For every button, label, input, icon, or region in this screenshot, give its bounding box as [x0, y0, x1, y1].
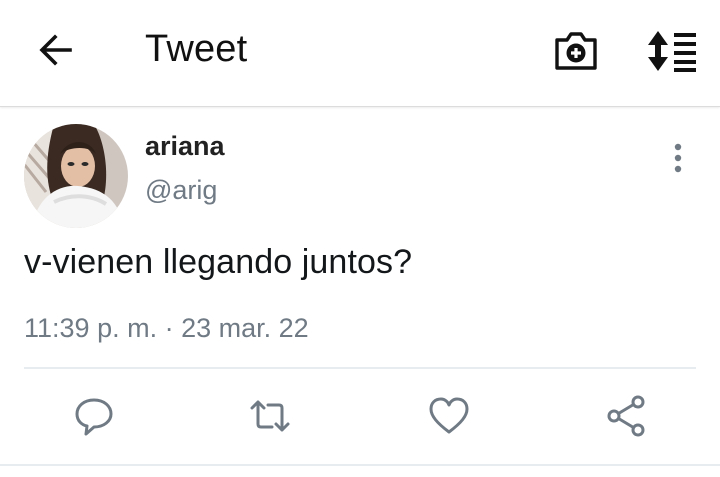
camera-button[interactable]: [553, 30, 599, 72]
retweet-icon: [250, 400, 290, 432]
sort-order-icon: [648, 31, 696, 72]
like-button[interactable]: [427, 394, 471, 438]
retweet-button[interactable]: [248, 394, 292, 438]
camera-add-icon: [555, 32, 597, 70]
share-icon: [607, 395, 645, 437]
avatar[interactable]: [24, 124, 128, 228]
avatar-photo: [24, 124, 128, 228]
tweet-text: v-vienen llegando juntos?: [24, 243, 413, 281]
author-name[interactable]: ariana: [145, 131, 225, 162]
more-vertical-icon: [674, 143, 682, 173]
more-options-button[interactable]: [668, 142, 688, 174]
back-button[interactable]: [36, 30, 76, 70]
author-handle[interactable]: @arig: [145, 175, 217, 206]
arrow-left-icon: [39, 34, 72, 66]
tweet-timestamp: 11:39 p. m. · 23 mar. 22: [24, 313, 309, 343]
share-button[interactable]: [604, 394, 648, 438]
heart-icon: [429, 397, 469, 434]
divider: [24, 367, 696, 369]
reply-icon: [75, 398, 113, 436]
app-toolbar: Tweet: [0, 0, 720, 107]
page-title: Tweet: [145, 28, 248, 70]
reply-button[interactable]: [72, 394, 116, 438]
sort-order-button[interactable]: [644, 30, 700, 72]
divider: [0, 464, 720, 466]
